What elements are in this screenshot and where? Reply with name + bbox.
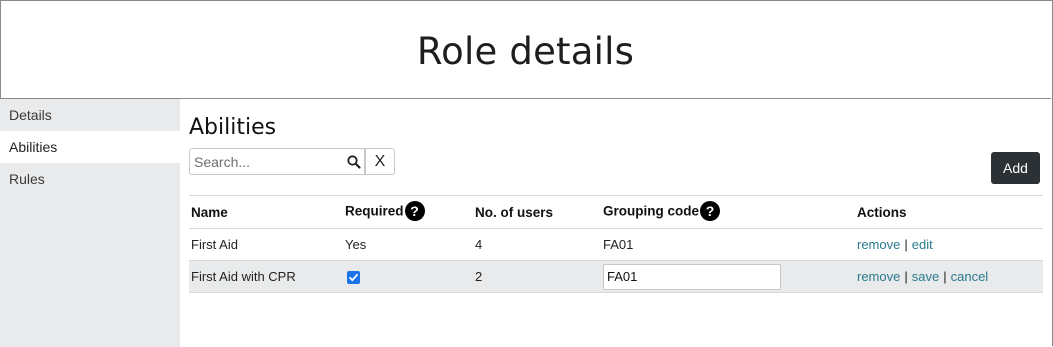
col-header-name: Name [189,195,343,229]
cell-grouping [601,260,855,293]
cell-name: First Aid with CPR [189,260,343,293]
col-header-required-label: Required [345,203,404,219]
col-header-name-label: Name [191,204,228,220]
col-header-grouping-label: Grouping code [603,203,699,219]
checkbox-checked-icon [349,273,358,282]
sidebar-item-details[interactable]: Details [0,99,180,131]
sidebar-item-abilities[interactable]: Abilities [0,131,180,163]
required-checkbox[interactable] [347,271,360,285]
sidebar-item-label: Rules [9,171,45,187]
help-icon[interactable]: ? [700,201,720,221]
action-separator: | [904,237,908,252]
col-header-required: Required? [343,195,473,229]
abilities-table: Name Required? No. of users Grouping cod… [189,195,1043,293]
col-header-actions: Actions [855,195,1043,229]
cell-required: Yes [343,228,473,261]
grouping-code-input[interactable] [603,263,781,290]
remove-link[interactable]: remove [857,269,900,284]
help-icon[interactable]: ? [404,201,425,221]
add-ability-button[interactable]: Add [991,152,1040,184]
edit-link[interactable]: edit [912,237,933,252]
section-title: Abilities [189,115,277,140]
cell-required [343,260,473,293]
col-header-users: No. of users [473,195,601,229]
sidebar-item-rules[interactable]: Rules [0,163,180,195]
cell-users: 2 [473,260,601,293]
action-separator: | [904,269,908,284]
cell-grouping: FA01 [601,228,855,261]
search-icon[interactable] [346,154,362,170]
cancel-link[interactable]: cancel [951,269,989,284]
cell-actions: remove | edit [855,228,1043,261]
table-row: First Aid Yes 4 FA01 remove | edit [189,228,1043,261]
table-row: First Aid with CPR 2 remove | save | cancel [189,260,1043,293]
action-separator: | [943,269,947,284]
remove-link[interactable]: remove [857,237,900,252]
col-header-users-label: No. of users [475,204,554,220]
search-input[interactable] [190,149,344,174]
main-content: Abilities X Add Name Required? No. of us… [180,99,1051,347]
sidebar-item-label: Abilities [9,139,58,155]
sidebar: Details Abilities Rules [0,99,180,347]
cell-name: First Aid [189,228,343,261]
col-header-actions-label: Actions [857,204,907,220]
search-box [189,148,365,175]
table-header-row: Name Required? No. of users Grouping cod… [189,195,1043,229]
page-header: Role details [0,0,1051,99]
page-title: Role details [416,29,635,73]
col-header-grouping: Grouping code? [601,195,855,229]
save-link[interactable]: save [912,269,939,284]
cell-actions: remove | save | cancel [855,260,1043,293]
clear-search-button[interactable]: X [365,148,395,175]
cell-users: 4 [473,228,601,261]
sidebar-item-label: Details [9,107,52,123]
